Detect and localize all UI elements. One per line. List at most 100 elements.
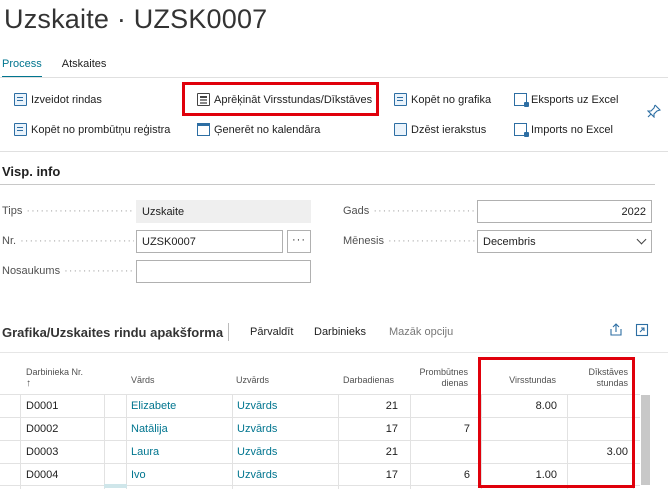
cell-dikstaves[interactable] (569, 464, 628, 487)
action-tabs: Process Atskaites (2, 58, 126, 78)
cell-prombutnes[interactable]: 7 (412, 418, 470, 441)
cell-prombutnes[interactable] (412, 441, 470, 464)
actions-divider (0, 151, 668, 152)
col-header-uzvards[interactable]: Uzvārds (236, 375, 269, 386)
generet-label: Ģenerēt no kalendāra (214, 123, 321, 136)
cell-uzvards[interactable]: Uzvārds (237, 395, 277, 418)
darbinieks-button[interactable]: Darbinieks (314, 326, 366, 338)
calendar-icon (197, 123, 210, 136)
cell-darbadienas[interactable]: 17 (340, 464, 398, 487)
col-header-dikstaves-line1: Dīkstāves (588, 367, 628, 377)
cell-darbinieka-nr[interactable]: D0002 (26, 418, 58, 441)
expand-icon[interactable] (635, 323, 649, 340)
tab-process[interactable]: Process (2, 58, 42, 78)
eksports-label: Eksports uz Excel (531, 93, 619, 106)
col-header-dikstaves-line2: stundas (596, 378, 628, 388)
nr-field[interactable]: UZSK0007 (136, 230, 283, 253)
kopet-no-prombutnu-button[interactable]: Kopēt no prombūtņu reģistra (14, 123, 170, 136)
kopet-no-prombutnu-label: Kopēt no prombūtņu reģistra (31, 123, 171, 136)
cell-dikstaves[interactable]: 3.00 (569, 441, 628, 464)
cell-vards[interactable]: Natālija (131, 418, 168, 441)
section-underline (0, 184, 655, 185)
menesis-select[interactable]: Decembris (477, 230, 652, 253)
col-header-virsstundas[interactable]: Virsstundas (484, 375, 556, 386)
kopet-no-grafika-label: Kopēt no grafika (411, 93, 492, 106)
subform-title: Grafika/Uzskaites rindu apakšforma (2, 325, 224, 340)
col-header-dikstaves[interactable]: Dīkstāves stundas (568, 367, 628, 389)
nosaukums-label: Nosaukums (2, 265, 134, 277)
cell-dikstaves[interactable] (569, 418, 628, 441)
gads-field[interactable]: 2022 (477, 200, 652, 223)
copy-absence-icon (14, 123, 27, 136)
delete-icon (394, 123, 407, 136)
create-lines-icon (14, 93, 27, 106)
menesis-value: Decembris (483, 236, 536, 248)
import-excel-icon (514, 123, 529, 137)
cell-vards[interactable]: Laura (131, 441, 159, 464)
col-header-darbinieka-nr[interactable]: Darbinieka Nr. ↑ (26, 367, 83, 389)
cell-virsstundas[interactable] (483, 418, 557, 441)
cell-darbadienas[interactable]: 17 (340, 418, 398, 441)
col-header-prombutnes-line2: dienas (441, 378, 468, 388)
section-title-general: Visp. info (2, 164, 61, 179)
izveidot-rindas-label: Izveidot rindas (31, 93, 102, 106)
table-row[interactable]: D0001 Elizabete Uzvārds 21 8.00 (0, 395, 640, 418)
share-icon[interactable] (609, 323, 623, 340)
subform-separator (228, 323, 229, 341)
kopet-no-grafika-button[interactable]: Kopēt no grafika (394, 93, 491, 106)
table-scrollbar[interactable] (641, 395, 650, 485)
row-focus-strip (104, 484, 127, 488)
cell-vards[interactable]: Ivo (131, 464, 146, 487)
aprekinat-button[interactable]: Aprēķināt Virsstundas/Dīkstāves (197, 93, 372, 106)
col-header-vards[interactable]: Vārds (131, 375, 155, 386)
generet-button[interactable]: Ģenerēt no kalendāra (197, 123, 320, 136)
eksports-button[interactable]: Eksports uz Excel (514, 93, 619, 107)
cell-virsstundas[interactable]: 1.00 (483, 464, 557, 487)
col-header-darbadienas[interactable]: Darbadienas (343, 375, 394, 386)
aprekinat-label: Aprēķināt Virsstundas/Dīkstāves (214, 93, 373, 106)
cell-virsstundas[interactable] (483, 441, 557, 464)
dzest-ierakstus-button[interactable]: Dzēst ierakstus (394, 123, 486, 136)
cell-dikstaves[interactable] (569, 395, 628, 418)
nr-label: Nr. (2, 235, 134, 247)
cell-prombutnes[interactable]: 6 (412, 464, 470, 487)
izveidot-rindas-button[interactable]: Izveidot rindas (14, 93, 102, 106)
col-header-prombutnes[interactable]: Prombūtnes dienas (410, 367, 468, 389)
tab-atskaites[interactable]: Atskaites (62, 58, 107, 78)
cell-vards[interactable]: Elizabete (131, 395, 176, 418)
page-title: Uzskaite · UZSK0007 (4, 4, 268, 34)
sort-arrow-icon: ↑ (26, 378, 31, 389)
col-header-prombutnes-line1: Prombūtnes (419, 367, 468, 377)
tips-field: Uzskaite (136, 200, 311, 223)
cell-darbinieka-nr[interactable]: D0001 (26, 395, 58, 418)
export-excel-icon (514, 93, 529, 107)
calculator-icon (197, 93, 210, 106)
cell-prombutnes[interactable] (412, 395, 470, 418)
nr-lookup-button[interactable]: ··· (287, 230, 311, 253)
cell-uzvards[interactable]: Uzvārds (237, 441, 277, 464)
gads-label: Gads (343, 205, 475, 217)
tips-label: Tips (2, 205, 134, 217)
cell-darbinieka-nr[interactable]: D0003 (26, 441, 58, 464)
cell-uzvards[interactable]: Uzvārds (237, 418, 277, 441)
table-row[interactable]: D0003 Laura Uzvārds 21 3.00 (0, 441, 640, 464)
tabs-divider (0, 77, 668, 78)
imports-button[interactable]: Imports no Excel (514, 123, 613, 137)
parvaldit-button[interactable]: Pārvaldīt (250, 326, 293, 338)
cell-darbadienas[interactable]: 21 (340, 395, 398, 418)
mazak-opciju-button[interactable]: Mazāk opciju (389, 326, 453, 338)
cell-darbadienas[interactable]: 21 (340, 441, 398, 464)
table-top-border (0, 352, 668, 353)
table-row[interactable]: D0004 Ivo Uzvārds 17 6 1.00 (0, 464, 640, 487)
imports-label: Imports no Excel (531, 123, 613, 136)
table-row[interactable]: D0002 Natālija Uzvārds 17 7 (0, 418, 640, 441)
cell-uzvards[interactable]: Uzvārds (237, 464, 277, 487)
chevron-down-icon (636, 234, 647, 245)
col-header-darbinieka-nr-label: Darbinieka Nr. (26, 367, 84, 377)
cell-virsstundas[interactable]: 8.00 (483, 395, 557, 418)
copy-schedule-icon (394, 93, 407, 106)
dzest-ierakstus-label: Dzēst ierakstus (411, 123, 487, 136)
pin-icon[interactable] (646, 104, 662, 119)
nosaukums-field[interactable] (136, 260, 311, 283)
cell-darbinieka-nr[interactable]: D0004 (26, 464, 58, 487)
